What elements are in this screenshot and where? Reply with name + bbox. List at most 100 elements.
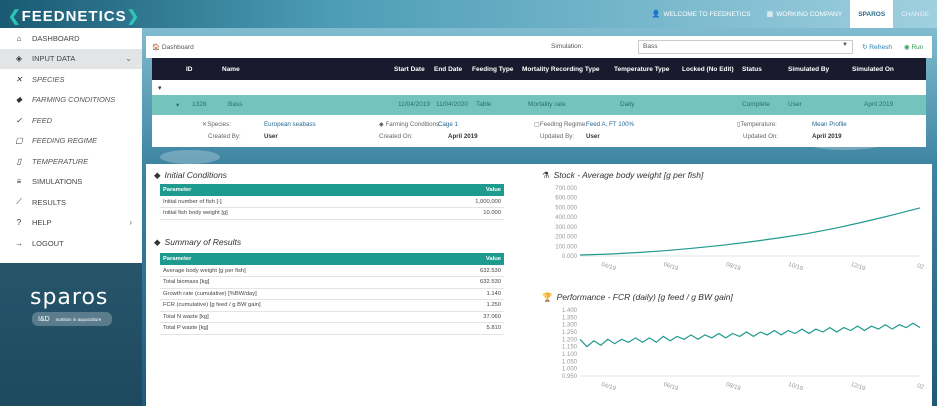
- company-link[interactable]: ▦ WORKING COMPANY: [759, 0, 851, 28]
- feeding-label: ▢Feeding Regime:: [534, 121, 587, 128]
- help-icon: ?: [16, 218, 22, 228]
- x-tick-label: 12/19: [850, 262, 867, 273]
- sidebar-item-help[interactable]: ? HELP ›: [0, 213, 142, 234]
- filter-row: ▾: [152, 80, 926, 95]
- sidebar: ⌂ DASHBOARD ◈ INPUT DATA ⌄ ✕ SPECIES ◆ FARMIN…: [0, 28, 142, 263]
- sidebar-item-temperature[interactable]: ▯ TEMPERATURE: [0, 151, 142, 172]
- y-tick-label: 1.100: [562, 352, 578, 358]
- initial-conditions-table: Parameter Value Initial number of fish [-…: [160, 184, 504, 220]
- sidebar-item-logout[interactable]: → LOGOUT: [0, 233, 142, 254]
- fish-icon: ◆: [379, 121, 384, 128]
- fish-icon: ◆: [154, 170, 161, 180]
- org-tab[interactable]: SPAROS: [850, 0, 894, 28]
- x-tick-label: 06/19: [663, 262, 680, 273]
- cell-mortality-type: Mortality rate: [528, 101, 566, 108]
- fcr-chart: 1.4001.350 1.3001.2501.200 1.1501.1001.050…: [562, 308, 925, 393]
- refresh-button[interactable]: ↻ Refresh: [862, 43, 892, 51]
- run-button[interactable]: ◉ Run: [904, 43, 923, 51]
- series-line: [579, 322, 921, 348]
- cell-status: Complete: [742, 101, 770, 108]
- cell-simulated-on: April 2019: [864, 101, 894, 108]
- row-detail: ✕Species: European seabass ◆ Farming Con…: [152, 115, 926, 147]
- species-link[interactable]: European seabass: [264, 121, 316, 128]
- sidebar-item-simulations[interactable]: ≡ SIMULATIONS: [0, 172, 142, 193]
- created-on-value: April 2019: [448, 133, 478, 140]
- flask-icon: ⚗: [542, 170, 550, 180]
- sidebar-item-farming-conditions[interactable]: ◆ FARMING CONDITIONS: [0, 90, 142, 111]
- filter-dropdown-icon[interactable]: ▾: [158, 84, 162, 92]
- change-button[interactable]: CHANGE: [893, 0, 937, 28]
- sidebar-item-species[interactable]: ✕ SPECIES: [0, 69, 142, 90]
- col-locked[interactable]: Locked (No Edit): [682, 66, 734, 73]
- x-tick-label: 04/19: [600, 262, 617, 273]
- brand-badge: I&D nutrition in aquaculture: [32, 312, 112, 326]
- welcome-link[interactable]: 👤 WELCOME TO FEEDNETICS: [644, 0, 759, 28]
- y-tick-label: 1.200: [562, 337, 578, 343]
- simulation-select[interactable]: Bass ▼: [638, 40, 853, 54]
- sidebar-item-input-data[interactable]: ◈ INPUT DATA ⌄: [0, 48, 142, 69]
- updated-by-value: User: [586, 133, 600, 140]
- sidebar-item-results[interactable]: ⟋ RESULTS: [0, 192, 142, 213]
- col-name[interactable]: Name: [222, 66, 240, 73]
- col-status[interactable]: Status: [742, 66, 762, 73]
- col-start-date[interactable]: Start Date: [394, 66, 425, 73]
- fish-silhouette: [160, 150, 220, 164]
- app-logo[interactable]: ❮FEEDNETICS❯: [8, 7, 140, 25]
- col-temperature-type[interactable]: Temperature Type: [614, 66, 669, 73]
- y-tick-label: 700.000: [555, 186, 577, 192]
- table-row: Total N waste [kg] 37.060: [160, 311, 504, 323]
- y-tick-label: 1.000: [562, 367, 578, 373]
- temperature-link[interactable]: Mean Profile: [812, 121, 847, 128]
- expand-icon[interactable]: ▾: [176, 101, 179, 109]
- fish-icon: ◆: [154, 237, 161, 247]
- table-row: Average body weight [g per fish] 632.530: [160, 265, 504, 277]
- grid-header: ID Name Start Date End Date Feeding Type…: [152, 58, 926, 80]
- col-simulated-by[interactable]: Simulated By: [788, 66, 829, 73]
- breadcrumb[interactable]: 🏠 Dashboard: [152, 43, 194, 51]
- sidebar-item-dashboard[interactable]: ⌂ DASHBOARD: [0, 28, 142, 49]
- fcr-chart-title: 🏆 Performance - FCR (daily) [g feed / g B…: [542, 292, 733, 302]
- col-mortality-type[interactable]: Mortality Recording Type: [522, 66, 600, 73]
- home-icon: ⌂: [16, 33, 22, 43]
- summary-table: Parameter Value Average body weight [g pe…: [160, 253, 504, 335]
- created-by-label: Created By:: [208, 133, 241, 140]
- refresh-icon: ↻: [862, 44, 868, 51]
- col-value: Value: [397, 184, 504, 196]
- fish-icon: ◆: [15, 95, 23, 105]
- y-tick-label: 100.000: [555, 244, 577, 250]
- y-tick-label: 1.250: [562, 330, 578, 336]
- simulation-label: Simulation:: [551, 43, 584, 50]
- table-row[interactable]: ▾ 1328 Bass 11/04/2019 11/04/2020 Table …: [152, 95, 926, 115]
- feeding-link[interactable]: Feed A, FT 100%: [586, 121, 634, 128]
- x-tick-label: 10/19: [787, 382, 804, 393]
- updated-on-label: Updated On:: [743, 133, 779, 140]
- cell-temperature-type: Daily: [620, 101, 635, 108]
- col-simulated-on[interactable]: Simulated On: [852, 66, 894, 73]
- list-icon: ≡: [16, 177, 22, 187]
- initial-conditions-title: ◆ Initial Conditions: [154, 170, 227, 180]
- summary-title: ◆ Summary of Results: [154, 237, 242, 247]
- col-parameter: Parameter: [160, 253, 433, 265]
- thermometer-icon: ▯: [16, 156, 22, 166]
- sidebar-item-feeding-regime[interactable]: ▢ FEEDING REGIME: [0, 131, 142, 152]
- col-feeding-type[interactable]: Feeding Type: [472, 66, 513, 73]
- clipboard-icon: ▢: [15, 136, 23, 146]
- x-tick-label: 08/19: [725, 382, 742, 393]
- sidebar-item-feed[interactable]: ✓ FEED: [0, 110, 142, 131]
- farming-link[interactable]: Cage 1: [438, 121, 458, 128]
- user-icon: 👤: [651, 11, 661, 18]
- y-tick-label: 1.300: [562, 323, 578, 329]
- cell-end-date: 11/04/2020: [436, 101, 469, 108]
- col-end-date[interactable]: End Date: [434, 66, 462, 73]
- temperature-label: ▯Temperature:: [737, 121, 777, 128]
- y-tick-label: 1.050: [562, 359, 578, 365]
- y-tick-label: 0.950: [562, 374, 578, 380]
- simulation-panel: 🏠 Dashboard Simulation: Bass ▼ ↻ Refresh …: [146, 36, 932, 147]
- col-id[interactable]: ID: [186, 66, 193, 73]
- y-tick-label: 600.000: [555, 196, 577, 202]
- x-tick-label: 10/19: [787, 262, 804, 273]
- species-label: ✕Species:: [202, 121, 231, 128]
- y-tick-label: 200.000: [555, 235, 577, 241]
- chart-icon: ⟋: [16, 197, 22, 207]
- input-data-icon: ◈: [15, 54, 23, 64]
